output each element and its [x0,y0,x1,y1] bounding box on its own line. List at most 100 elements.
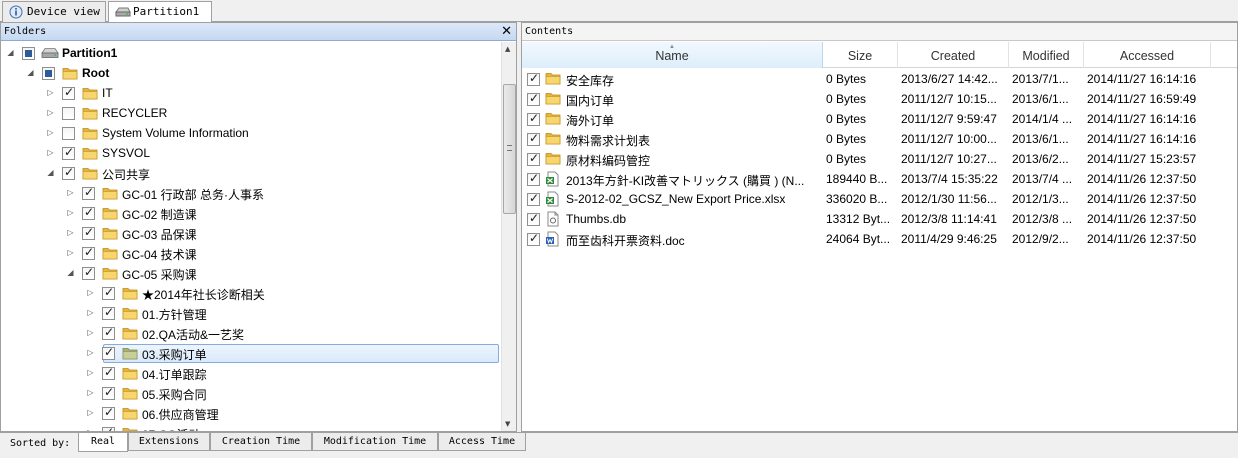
row-checkbox[interactable] [527,71,540,86]
tree-checkbox[interactable] [102,305,115,320]
expanded-arrow-icon[interactable]: ◢ [46,168,55,177]
column-header-size[interactable]: Size [823,42,898,68]
scroll-up-icon[interactable]: ▲ [505,45,510,53]
cell-modified: 2014/1/4 ... [1012,112,1073,126]
expanded-arrow-icon[interactable]: ◢ [26,68,35,77]
tree-node[interactable]: ▷ GC-03 品保课 [1,223,501,243]
sort-tab-modification-time[interactable]: Modification Time [312,433,438,451]
collapsed-arrow-icon[interactable]: ▷ [86,308,95,317]
sort-tab-extensions[interactable]: Extensions [128,433,210,451]
table-row[interactable]: 2013年方針-KI改善マトリックス (購買 ) (N... 189440 B..… [522,169,1237,189]
row-checkbox[interactable] [527,151,540,166]
tree-node[interactable]: ▷ RECYCLER [1,103,501,123]
table-row[interactable]: 安全库存 0 Bytes 2013/6/27 14:42... 2013/7/1...… [522,69,1237,89]
vertical-scrollbar[interactable]: ▲ ▼ [501,42,516,431]
tree-checkbox[interactable] [102,385,115,400]
tree-node[interactable]: ▷ 07.CQ活动 [1,423,501,431]
table-row[interactable]: 国内订单 0 Bytes 2011/12/7 10:15... 2013/6/1...… [522,89,1237,109]
row-checkbox[interactable] [527,91,540,106]
tree-checkbox[interactable] [82,205,95,220]
collapsed-arrow-icon[interactable]: ▷ [86,388,95,397]
row-checkbox[interactable] [527,231,540,246]
tree-node[interactable]: ▷ GC-04 技术课 [1,243,501,263]
tree-node[interactable]: ▷ 02.QA活动&一艺奖 [1,323,501,343]
sort-tab-access-time[interactable]: Access Time [438,433,526,451]
tree-checkbox[interactable] [42,67,55,80]
column-header-accessed[interactable]: Accessed [1084,42,1211,68]
tree-node[interactable]: ◢ 公司共享 [1,163,501,183]
collapsed-arrow-icon[interactable]: ▷ [46,108,55,117]
cell-accessed: 2014/11/27 15:23:57 [1087,152,1197,166]
tree-node[interactable]: ▷ 01.方针管理 [1,303,501,323]
collapsed-arrow-icon[interactable]: ▷ [86,368,95,377]
collapsed-arrow-icon[interactable]: ▷ [46,148,55,157]
collapsed-arrow-icon[interactable]: ▷ [66,228,75,237]
row-checkbox[interactable] [527,191,540,206]
tree-node[interactable]: ◢ GC-05 采购课 [1,263,501,283]
tree-checkbox[interactable] [62,85,75,100]
table-row[interactable]: 物料需求计划表 0 Bytes 2011/12/7 10:00... 2013/6/1… [522,129,1237,149]
collapsed-arrow-icon[interactable]: ▷ [86,348,95,357]
collapsed-arrow-icon[interactable]: ▷ [86,408,95,417]
tree-checkbox[interactable] [102,425,115,431]
collapsed-arrow-icon[interactable]: ▷ [86,428,95,431]
tree-checkbox[interactable] [102,345,115,360]
close-icon[interactable]: ✕ [501,23,512,40]
tree-node[interactable]: ◢ Root [1,63,501,83]
tree-checkbox[interactable] [82,265,95,280]
sort-tab-label: Extensions [138,436,200,447]
table-row[interactable]: 原材料编码管控 0 Bytes 2011/12/7 10:27... 2013/6/2… [522,149,1237,169]
row-checkbox[interactable] [527,131,540,146]
tree-node[interactable]: ▷ 05.采购合同 [1,383,501,403]
row-checkbox[interactable] [527,111,540,126]
tree-checkbox[interactable] [62,145,75,160]
scrollbar-thumb[interactable] [503,84,516,214]
collapsed-arrow-icon[interactable]: ▷ [66,248,75,257]
tree-node[interactable]: ▷ ★2014年社长诊断相关 [1,283,501,303]
tree-checkbox[interactable] [102,405,115,420]
column-header-created[interactable]: Created [898,42,1009,68]
row-checkbox[interactable] [527,171,540,186]
tree-node[interactable]: ▷ IT [1,83,501,103]
tree-checkbox[interactable] [102,285,115,300]
table-row[interactable]: Thumbs.db 13312 Byt... 2012/3/8 11:14:41 20… [522,209,1237,229]
tree-node[interactable]: ▷ 04.订单跟踪 [1,363,501,383]
collapsed-arrow-icon[interactable]: ▷ [66,208,75,217]
tree-checkbox[interactable] [82,185,95,200]
tree-checkbox[interactable] [102,325,115,340]
table-row[interactable]: 而至齿科开票资料.doc 24064 Byt... 2011/4/29 9:46:2… [522,229,1237,249]
tree-checkbox[interactable] [62,107,75,120]
tree-node[interactable]: ▷ System Volume Information [1,123,501,143]
column-header-name[interactable]: ▲ Name [522,42,823,68]
tree-checkbox[interactable] [62,127,75,140]
sort-tab-real[interactable]: Real [78,433,128,452]
row-checkbox[interactable] [527,211,540,226]
expanded-arrow-icon[interactable]: ◢ [66,268,75,277]
scroll-down-icon[interactable]: ▼ [505,420,510,428]
collapsed-arrow-icon[interactable]: ▷ [86,328,95,337]
tab-partition1[interactable]: Partition1 [108,1,212,23]
column-header-modified[interactable]: Modified [1009,42,1084,68]
tree-checkbox[interactable] [82,225,95,240]
table-row[interactable]: 海外订单 0 Bytes 2011/12/7 9:59:47 2014/1/4 ...… [522,109,1237,129]
cell-modified: 2013/6/1... [1012,132,1069,146]
expanded-arrow-icon[interactable]: ◢ [6,48,15,57]
table-row[interactable]: S-2012-02_GCSZ_New Export Price.xlsx 3360… [522,189,1237,209]
tree-node[interactable]: ▷ 06.供应商管理 [1,403,501,423]
tree-checkbox[interactable] [102,365,115,380]
tree-checkbox[interactable] [22,47,35,60]
collapsed-arrow-icon[interactable]: ▷ [86,288,95,297]
tab-device-view[interactable]: Device view [2,1,106,22]
tree-checkbox[interactable] [62,165,75,180]
tree-node[interactable]: ▷ SYSVOL [1,143,501,163]
tree-node[interactable]: ▷ 03.采购订单 [1,343,501,363]
tree-node[interactable]: ▷ GC-01 行政部 总务·人事系 [1,183,501,203]
tree-node[interactable]: ◢ Partition1 [1,43,501,63]
collapsed-arrow-icon[interactable]: ▷ [46,128,55,137]
collapsed-arrow-icon[interactable]: ▷ [46,88,55,97]
tree-checkbox[interactable] [82,245,95,260]
tree-node[interactable]: ▷ GC-02 制造课 [1,203,501,223]
collapsed-arrow-icon[interactable]: ▷ [66,188,75,197]
sort-tab-label: Modification Time [323,436,427,447]
sort-tab-creation-time[interactable]: Creation Time [210,433,312,451]
